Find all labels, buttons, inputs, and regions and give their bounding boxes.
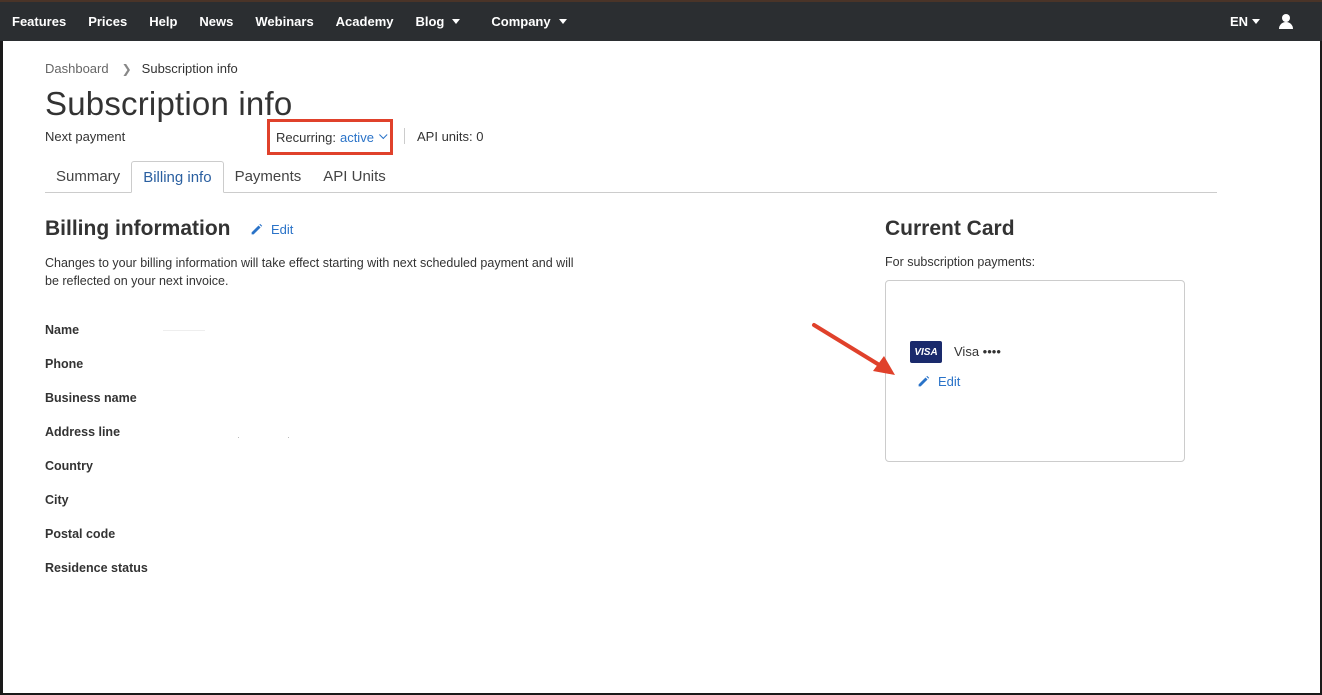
tab-summary[interactable]: Summary bbox=[45, 161, 131, 192]
billing-edit-label: Edit bbox=[271, 222, 294, 237]
field-address-line-label: Address line bbox=[45, 425, 121, 439]
redacted-value bbox=[288, 437, 289, 438]
recurring-value: active bbox=[339, 129, 374, 145]
breadcrumb-dashboard[interactable]: Dashboard bbox=[45, 61, 109, 76]
tab-payments[interactable]: Payments bbox=[224, 161, 313, 192]
nav-company-dropdown[interactable]: Company bbox=[480, 2, 577, 41]
pencil-icon bbox=[918, 375, 930, 387]
language-selector[interactable]: EN bbox=[1230, 14, 1260, 29]
field-city-label: City bbox=[45, 493, 69, 507]
language-label: EN bbox=[1229, 14, 1248, 29]
caret-down-icon bbox=[558, 19, 567, 24]
field-residence-status-label: Residence status bbox=[45, 561, 148, 575]
next-payment-label: Next payment bbox=[45, 129, 126, 144]
nav-prices[interactable]: Prices bbox=[77, 2, 138, 41]
nav-company-label: Company bbox=[491, 14, 551, 29]
annotation-arrow-icon bbox=[812, 323, 895, 375]
nav-webinars[interactable]: Webinars bbox=[244, 2, 324, 41]
nav-right: EN bbox=[1230, 2, 1322, 41]
field-name-label: Name bbox=[45, 323, 80, 337]
billing-description: Changes to your billing information will… bbox=[45, 256, 574, 288]
nav-features[interactable]: Features bbox=[0, 2, 77, 41]
card-label: Visa •••• bbox=[954, 344, 1001, 359]
billing-edit-link[interactable]: Edit bbox=[250, 222, 293, 237]
recurring-status-dropdown[interactable]: Recurring: active bbox=[267, 119, 393, 155]
current-card-panel: VISA Visa •••• Edit bbox=[885, 280, 1185, 462]
card-subheading: For subscription payments: bbox=[885, 255, 1036, 269]
breadcrumb-current: Subscription info bbox=[141, 61, 238, 76]
chevron-right-icon: ❯ bbox=[121, 61, 132, 76]
redacted-value bbox=[163, 330, 205, 331]
divider bbox=[404, 128, 405, 144]
api-units: API units: 0 bbox=[417, 129, 484, 144]
card-edit-link[interactable]: Edit bbox=[917, 374, 960, 389]
recurring-label: Recurring: bbox=[276, 129, 336, 145]
tab-billing-info[interactable]: Billing info bbox=[131, 161, 224, 193]
user-icon[interactable] bbox=[1278, 13, 1294, 30]
card-edit-label: Edit bbox=[938, 374, 961, 389]
field-business-name-label: Business name bbox=[45, 391, 137, 405]
field-country-label: Country bbox=[45, 459, 93, 473]
nav-news[interactable]: News bbox=[188, 2, 244, 41]
breadcrumb: Dashboard ❯ Subscription info bbox=[45, 61, 238, 76]
tab-bar: Summary Billing info Payments API Units bbox=[45, 161, 1217, 193]
field-postal-code-label: Postal code bbox=[45, 527, 116, 541]
nav-blog-dropdown[interactable]: Blog bbox=[404, 2, 480, 41]
nav-academy[interactable]: Academy bbox=[325, 2, 405, 41]
nav-blog-label: Blog bbox=[415, 14, 445, 29]
pencil-icon bbox=[251, 223, 263, 235]
redacted-value bbox=[238, 437, 239, 438]
caret-down-icon bbox=[452, 19, 461, 24]
chevron-down-icon bbox=[378, 130, 388, 140]
top-navigation: Features Prices Help News Webinars Acade… bbox=[0, 0, 1322, 41]
main-content: Dashboard ❯ Subscription info Subscripti… bbox=[3, 41, 1320, 693]
card-heading: Current Card bbox=[885, 217, 1015, 240]
visa-logo-icon: VISA bbox=[910, 341, 942, 363]
tab-api-units[interactable]: API Units bbox=[312, 161, 397, 192]
billing-heading: Billing information bbox=[45, 217, 231, 240]
page-title: Subscription info bbox=[45, 85, 293, 122]
field-phone-label: Phone bbox=[45, 357, 84, 371]
nav-help[interactable]: Help bbox=[138, 2, 188, 41]
caret-down-icon bbox=[1252, 19, 1260, 24]
